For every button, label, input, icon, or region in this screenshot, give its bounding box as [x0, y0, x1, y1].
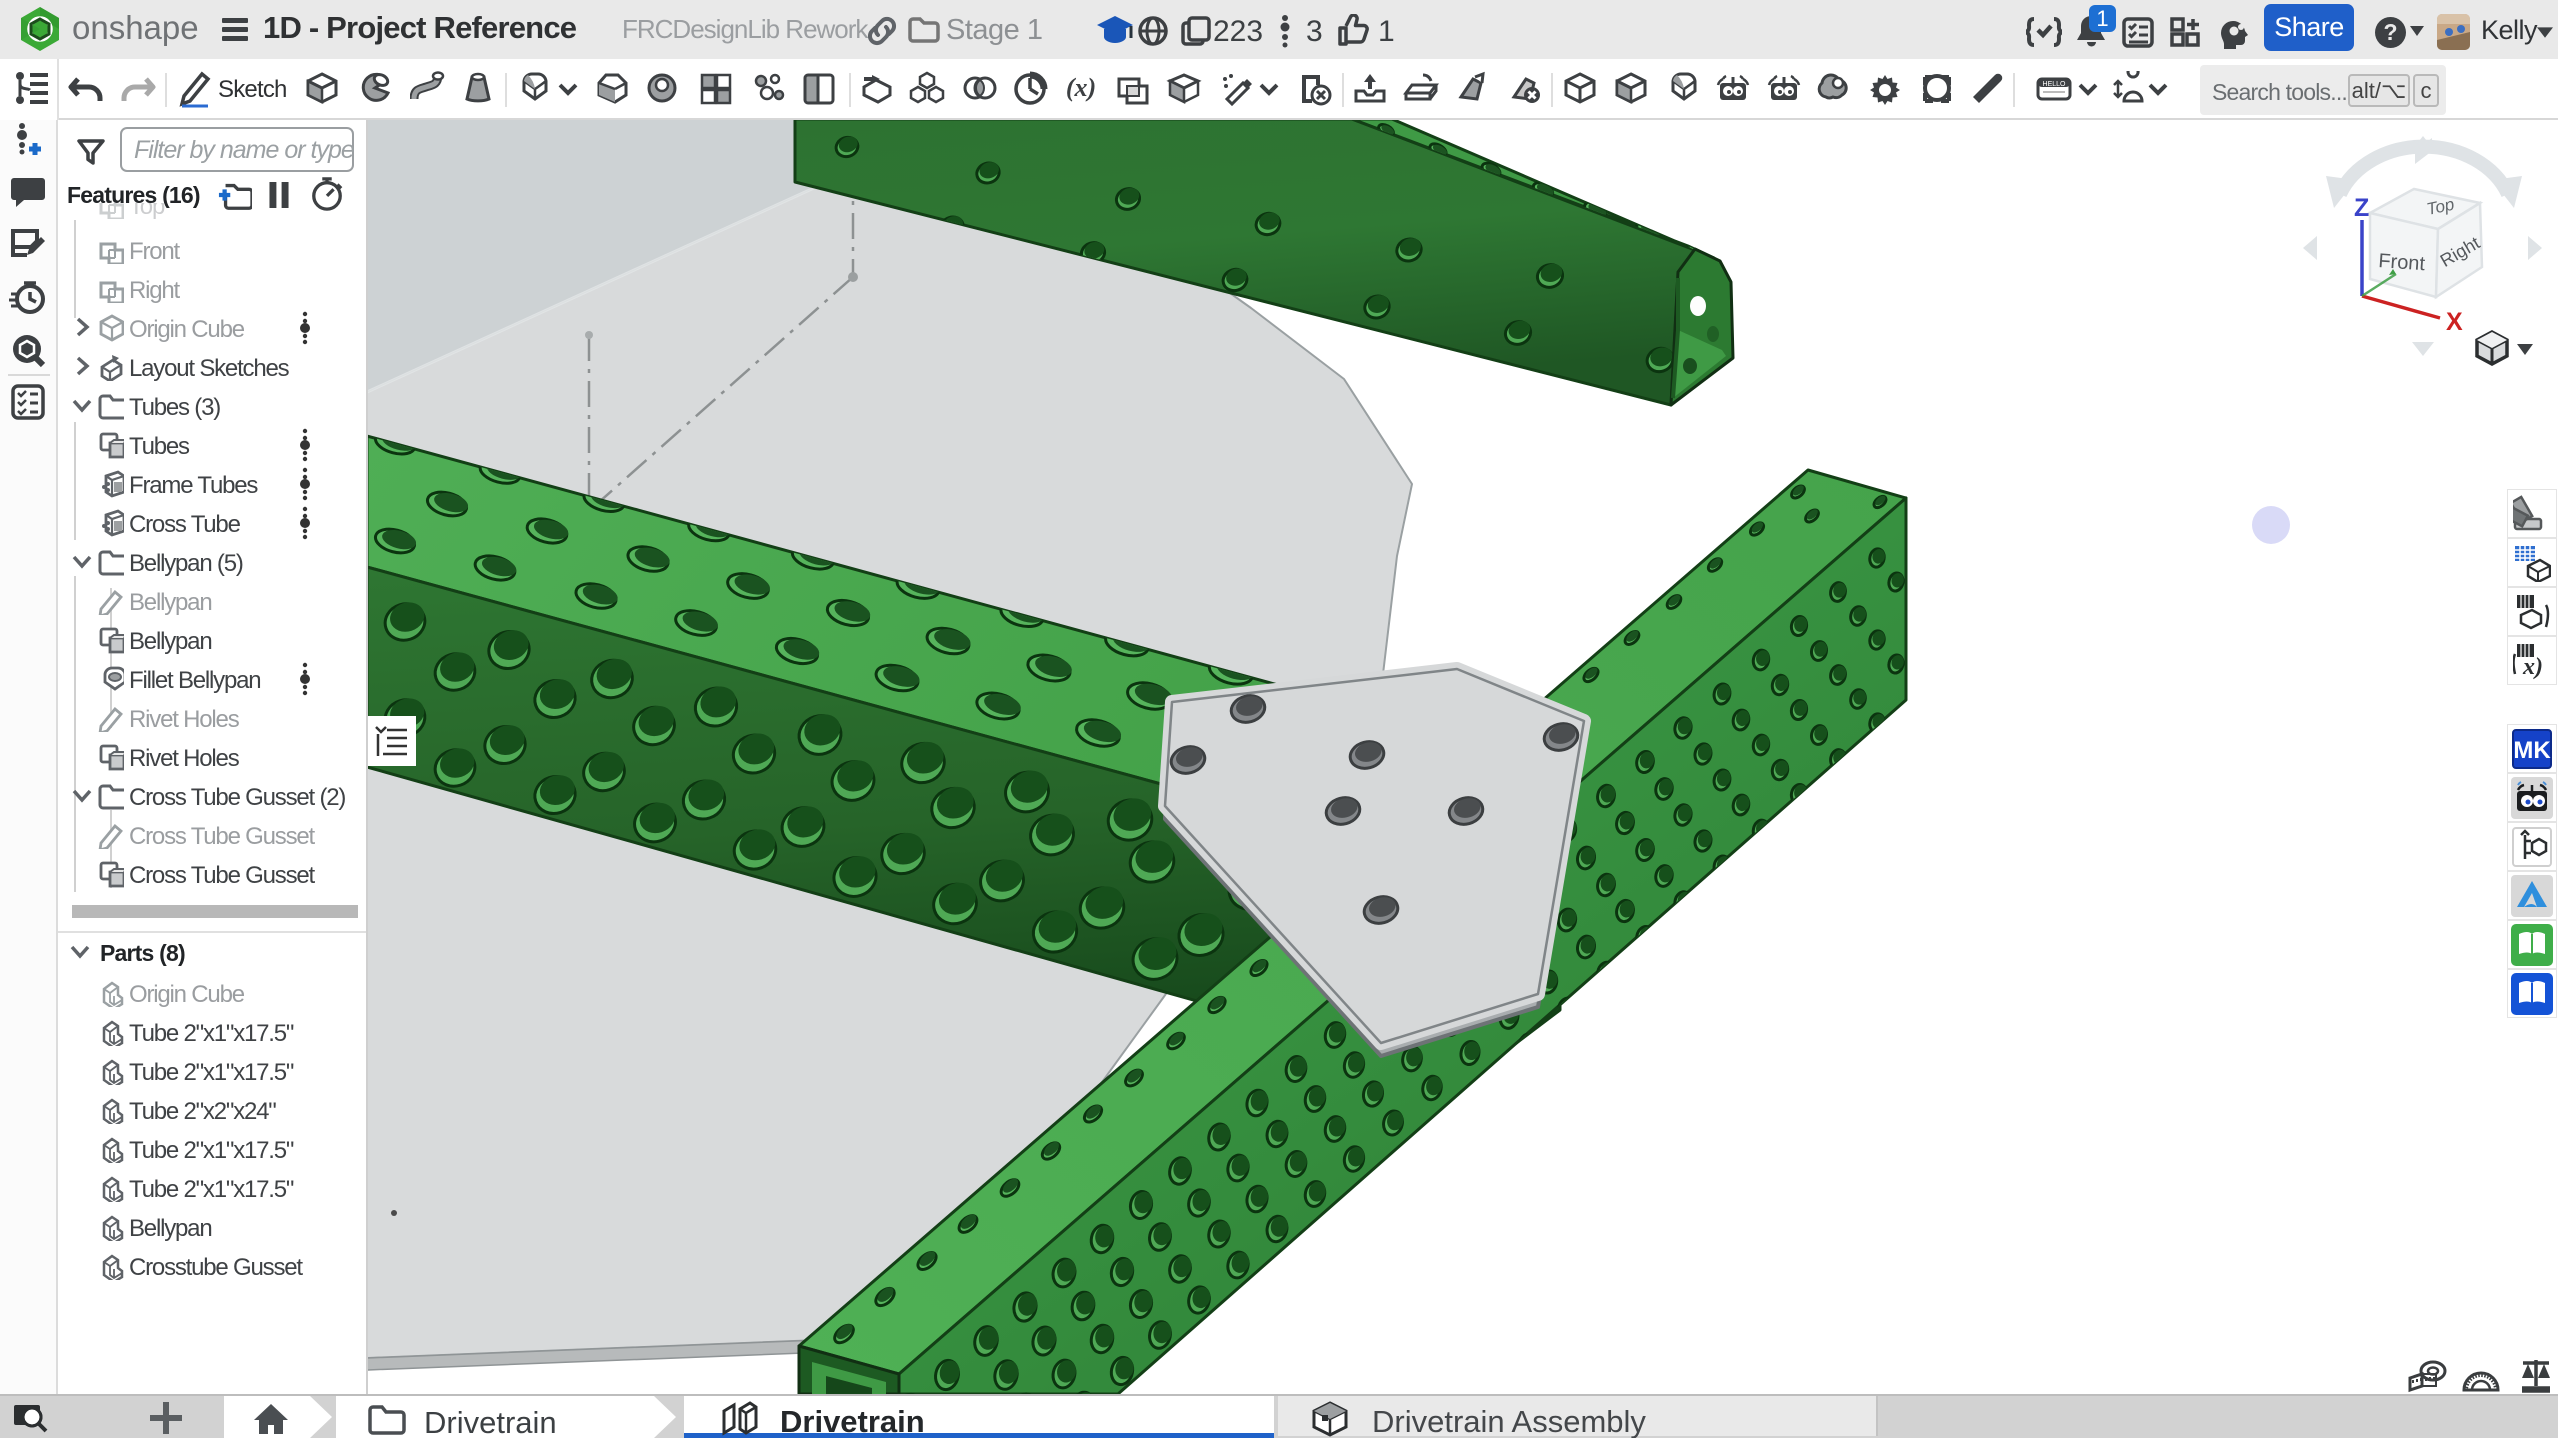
- svg-text:x): x): [2522, 654, 2543, 680]
- svg-text:Front: Front: [2378, 250, 2427, 275]
- svg-text:(x): (x): [1066, 73, 1096, 102]
- svg-text:Z: Z: [2354, 194, 2369, 222]
- svg-text:HELLO: HELLO: [2043, 81, 2067, 88]
- svg-text:X: X: [2446, 308, 2463, 336]
- svg-text:?: ?: [2383, 19, 2397, 45]
- svg-text:MK: MK: [2513, 737, 2551, 764]
